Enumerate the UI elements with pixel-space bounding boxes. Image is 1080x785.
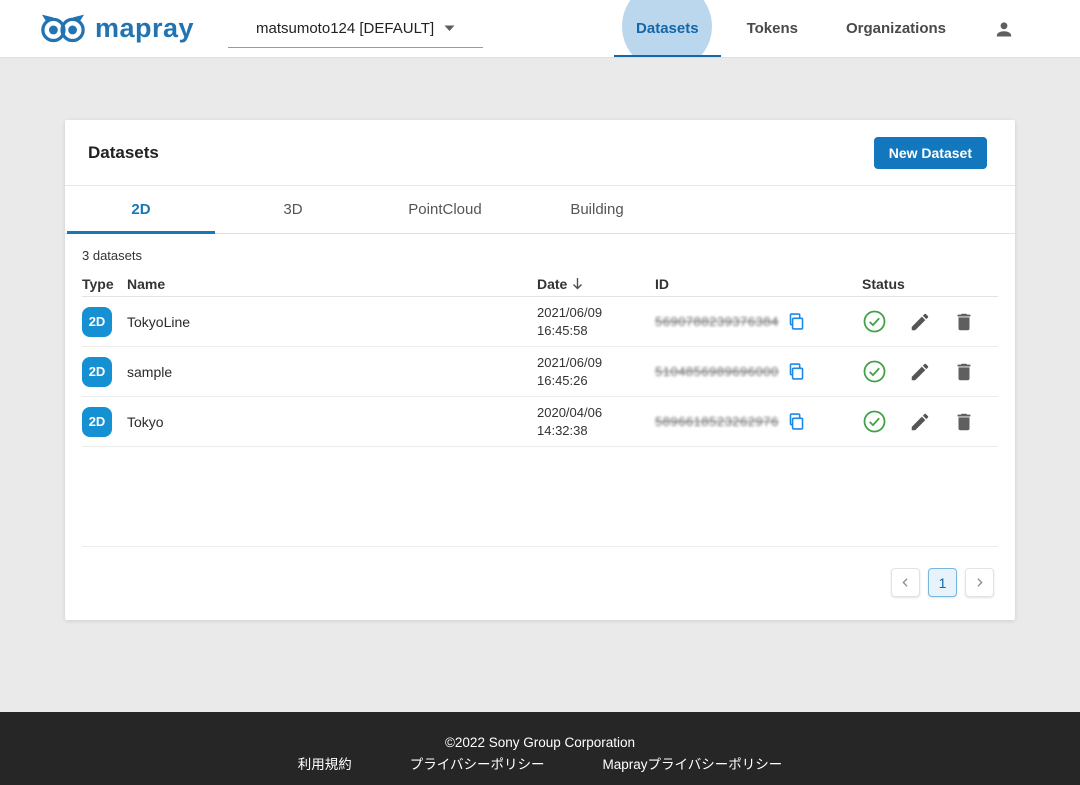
col-header-date-sort[interactable]: Date bbox=[537, 276, 655, 292]
dataset-id-cell: 5690788239376384 bbox=[655, 312, 862, 331]
dataset-type-tabs: 2D 3D PointCloud Building bbox=[65, 186, 1015, 234]
dataset-name: sample bbox=[127, 364, 537, 380]
dataset-date: 2021/06/09 16:45:58 bbox=[537, 304, 655, 340]
app-header: mapray matsumoto124 [DEFAULT] Datasets T… bbox=[0, 0, 1080, 58]
copy-id-button[interactable] bbox=[788, 362, 805, 381]
pencil-icon bbox=[909, 311, 931, 333]
chevron-left-icon bbox=[899, 576, 912, 589]
tab-2d[interactable]: 2D bbox=[65, 186, 217, 233]
pagination-prev-button[interactable] bbox=[891, 568, 920, 597]
logo-text: mapray bbox=[95, 13, 194, 44]
main-content: Datasets New Dataset 2D 3D PointCloud Bu… bbox=[0, 120, 1080, 620]
pencil-icon bbox=[909, 411, 931, 433]
row-actions bbox=[862, 409, 998, 434]
dataset-row: 2D Tokyo 2020/04/06 14:32:38 58966185232… bbox=[82, 397, 998, 447]
dataset-id-cell: 5896618523262976 bbox=[655, 412, 862, 431]
table-header-row: Type Name Date ID Status bbox=[82, 272, 998, 297]
dataset-name: TokyoLine bbox=[127, 314, 537, 330]
dataset-name: Tokyo bbox=[127, 414, 537, 430]
organization-select-value: matsumoto124 [DEFAULT] bbox=[256, 20, 434, 37]
pencil-icon bbox=[909, 361, 931, 383]
edit-dataset-button[interactable] bbox=[909, 311, 931, 333]
row-actions bbox=[862, 309, 998, 334]
check-circle-icon bbox=[862, 309, 887, 334]
owl-icon bbox=[40, 13, 86, 45]
nav-item-datasets[interactable]: Datasets bbox=[612, 0, 723, 58]
col-header-id: ID bbox=[655, 276, 862, 292]
type-badge: 2D bbox=[82, 307, 112, 337]
dataset-id-cell: 5104856989696000 bbox=[655, 362, 862, 381]
trash-icon bbox=[953, 411, 975, 433]
dataset-row: 2D TokyoLine 2021/06/09 16:45:58 5690788… bbox=[82, 297, 998, 347]
new-dataset-button[interactable]: New Dataset bbox=[874, 137, 987, 169]
account-menu-button[interactable] bbox=[992, 17, 1016, 41]
arrow-down-icon bbox=[571, 277, 584, 291]
logo: mapray bbox=[40, 13, 194, 45]
edit-dataset-button[interactable] bbox=[909, 411, 931, 433]
app-footer: ©2022 Sony Group Corporation 利用規約 プライバシー… bbox=[0, 712, 1080, 785]
col-header-status: Status bbox=[862, 276, 998, 292]
type-badge: 2D bbox=[82, 407, 112, 437]
tab-3d[interactable]: 3D bbox=[217, 186, 369, 233]
copy-icon bbox=[788, 362, 805, 381]
copy-id-button[interactable] bbox=[788, 412, 805, 431]
panel-title: Datasets bbox=[88, 143, 159, 163]
panel-header: Datasets New Dataset bbox=[65, 120, 1015, 186]
table-empty-space bbox=[82, 447, 998, 547]
col-header-type: Type bbox=[82, 276, 127, 292]
footer-links: 利用規約 プライバシーポリシー Maprayプライバシーポリシー bbox=[0, 753, 1080, 773]
delete-dataset-button[interactable] bbox=[953, 361, 975, 383]
col-header-name: Name bbox=[127, 276, 537, 292]
trash-icon bbox=[953, 311, 975, 333]
main-nav: Datasets Tokens Organizations bbox=[612, 0, 1016, 58]
pagination-page-1[interactable]: 1 bbox=[928, 568, 957, 597]
check-circle-icon bbox=[862, 359, 887, 384]
nav-item-organizations[interactable]: Organizations bbox=[822, 0, 970, 58]
footer-link-terms[interactable]: 利用規約 bbox=[298, 753, 352, 773]
edit-dataset-button[interactable] bbox=[909, 361, 931, 383]
nav-item-tokens[interactable]: Tokens bbox=[723, 0, 822, 58]
footer-link-privacy[interactable]: プライバシーポリシー bbox=[410, 753, 545, 773]
tab-building[interactable]: Building bbox=[521, 186, 673, 233]
delete-dataset-button[interactable] bbox=[953, 411, 975, 433]
trash-icon bbox=[953, 361, 975, 383]
tab-pointcloud[interactable]: PointCloud bbox=[369, 186, 521, 233]
datasets-table: 3 datasets Type Name Date ID Status 2D T… bbox=[65, 234, 1015, 620]
copy-icon bbox=[788, 412, 805, 431]
chevron-down-icon bbox=[444, 25, 455, 32]
check-circle-icon bbox=[862, 409, 887, 434]
footer-link-mapray-privacy[interactable]: Maprayプライバシーポリシー bbox=[602, 753, 782, 773]
dataset-id: 5690788239376384 bbox=[655, 314, 779, 329]
pagination: 1 bbox=[82, 547, 998, 597]
dataset-id: 5896618523262976 bbox=[655, 414, 779, 429]
row-actions bbox=[862, 359, 998, 384]
person-icon bbox=[992, 17, 1016, 41]
dataset-id: 5104856989696000 bbox=[655, 364, 779, 379]
dataset-count: 3 datasets bbox=[82, 234, 998, 272]
active-nav-underline bbox=[614, 55, 721, 58]
chevron-right-icon bbox=[973, 576, 986, 589]
copyright-text: ©2022 Sony Group Corporation bbox=[0, 735, 1080, 750]
dataset-date: 2020/04/06 14:32:38 bbox=[537, 404, 655, 440]
pagination-next-button[interactable] bbox=[965, 568, 994, 597]
delete-dataset-button[interactable] bbox=[953, 311, 975, 333]
organization-select[interactable]: matsumoto124 [DEFAULT] bbox=[228, 10, 483, 48]
dataset-date: 2021/06/09 16:45:26 bbox=[537, 354, 655, 390]
copy-id-button[interactable] bbox=[788, 312, 805, 331]
datasets-panel: Datasets New Dataset 2D 3D PointCloud Bu… bbox=[65, 120, 1015, 620]
dataset-row: 2D sample 2021/06/09 16:45:26 5104856989… bbox=[82, 347, 998, 397]
copy-icon bbox=[788, 312, 805, 331]
type-badge: 2D bbox=[82, 357, 112, 387]
